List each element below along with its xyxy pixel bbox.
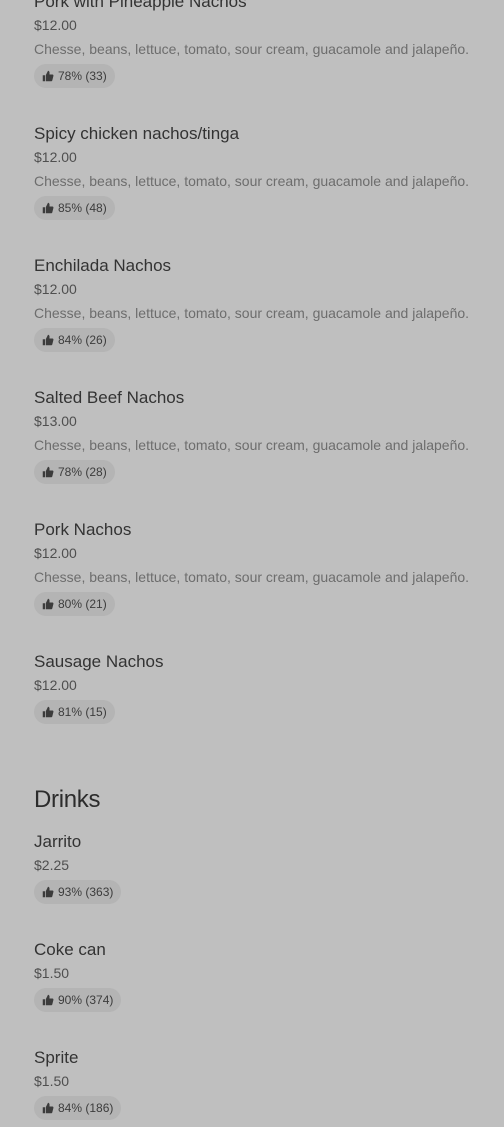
thumbs-up-icon: [42, 70, 54, 82]
menu-item[interactable]: Sausage Nachos $12.00 81% (15): [34, 652, 494, 724]
rating-badge: 90% (374): [34, 988, 122, 1012]
item-description: Chesse, beans, lettuce, tomato, sour cre…: [34, 437, 470, 453]
thumbs-up-icon: [42, 334, 54, 346]
item-description: Chesse, beans, lettuce, tomato, sour cre…: [34, 173, 470, 189]
menu-item[interactable]: Pork with Pineapple Nachos $12.00 Chesse…: [34, 0, 494, 88]
section-title-drinks: Drinks: [34, 786, 101, 813]
rating-text: 84% (26): [58, 333, 107, 347]
item-name: Salted Beef Nachos: [34, 388, 185, 407]
item-name: Coke can: [34, 940, 106, 959]
item-price: $12.00: [34, 17, 77, 33]
item-price: $12.00: [34, 281, 77, 297]
thumbs-up-icon: [42, 598, 54, 610]
item-price: $1.50: [34, 1073, 70, 1089]
item-price: $13.00: [34, 413, 77, 429]
menu-item[interactable]: Pork Nachos $12.00 Chesse, beans, lettuc…: [34, 520, 494, 616]
menu-item[interactable]: Enchilada Nachos $12.00 Chesse, beans, l…: [34, 256, 494, 352]
rating-badge: 85% (48): [34, 196, 115, 220]
rating-badge: 78% (33): [34, 64, 115, 88]
item-price: $12.00: [34, 677, 77, 693]
rating-badge: 84% (186): [34, 1096, 122, 1120]
rating-badge: 80% (21): [34, 592, 115, 616]
item-description: Chesse, beans, lettuce, tomato, sour cre…: [34, 305, 470, 321]
rating-text: 81% (15): [58, 705, 107, 719]
item-name: Jarrito: [34, 832, 82, 851]
thumbs-up-icon: [42, 994, 54, 1006]
thumbs-up-icon: [42, 1102, 54, 1114]
rating-badge: 93% (363): [34, 880, 122, 904]
item-name: Enchilada Nachos: [34, 256, 172, 275]
menu-item[interactable]: Jarrito $2.25 93% (363): [34, 832, 494, 904]
rating-text: 78% (28): [58, 465, 107, 479]
item-name: Spicy chicken nachos/tinga: [34, 124, 240, 143]
rating-text: 84% (186): [58, 1101, 114, 1115]
thumbs-up-icon: [42, 202, 54, 214]
menu-item[interactable]: Coke can $1.50 90% (374): [34, 940, 494, 1012]
item-name: Pork Nachos: [34, 520, 132, 539]
item-price: $12.00: [34, 545, 77, 561]
item-description: Chesse, beans, lettuce, tomato, sour cre…: [34, 41, 470, 57]
menu-item[interactable]: Sprite $1.50 84% (186): [34, 1048, 494, 1120]
thumbs-up-icon: [42, 706, 54, 718]
menu-page: Pork with Pineapple Nachos $12.00 Chesse…: [0, 0, 504, 1127]
rating-badge: 84% (26): [34, 328, 115, 352]
rating-text: 80% (21): [58, 597, 107, 611]
rating-text: 78% (33): [58, 69, 107, 83]
rating-badge: 81% (15): [34, 700, 115, 724]
rating-badge: 78% (28): [34, 460, 115, 484]
item-price: $2.25: [34, 857, 70, 873]
item-description: Chesse, beans, lettuce, tomato, sour cre…: [34, 569, 470, 585]
menu-item[interactable]: Spicy chicken nachos/tinga $12.00 Chesse…: [34, 124, 494, 220]
rating-text: 93% (363): [58, 885, 114, 899]
item-price: $1.50: [34, 965, 70, 981]
thumbs-up-icon: [42, 466, 54, 478]
item-price: $12.00: [34, 149, 77, 165]
item-name: Pork with Pineapple Nachos: [34, 0, 247, 11]
rating-text: 85% (48): [58, 201, 107, 215]
menu-item[interactable]: Salted Beef Nachos $13.00 Chesse, beans,…: [34, 388, 494, 484]
rating-text: 90% (374): [58, 993, 114, 1007]
item-name: Sausage Nachos: [34, 652, 164, 671]
thumbs-up-icon: [42, 886, 54, 898]
item-name: Sprite: [34, 1048, 79, 1067]
